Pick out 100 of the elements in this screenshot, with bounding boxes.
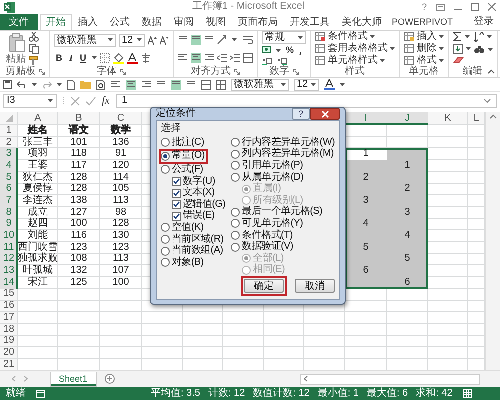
percent-button[interactable]: %	[284, 45, 296, 56]
ribbon-tab[interactable]: 开始	[40, 14, 72, 30]
caret-icon[interactable]	[465, 34, 470, 39]
decrease-decimal-icon[interactable]	[277, 57, 289, 66]
font-color-icon[interactable]	[126, 52, 138, 64]
caret-icon[interactable]	[488, 48, 493, 52]
increase-decimal-icon[interactable]	[262, 57, 274, 66]
radio-option[interactable]: 从属单元格(D)	[231, 172, 304, 184]
sort-filter-icon[interactable]	[474, 32, 484, 42]
dialog-launcher-icon[interactable]	[234, 68, 240, 74]
caret-icon[interactable]	[380, 58, 385, 62]
caret-icon[interactable]	[232, 38, 237, 42]
caret-icon[interactable]	[298, 36, 303, 40]
caret-icon[interactable]	[439, 46, 444, 50]
merge-cells-icon[interactable]	[243, 52, 253, 62]
accounting-format-icon[interactable]	[262, 46, 273, 55]
align-left-icon[interactable]	[178, 52, 188, 62]
font-size-dropdown[interactable]: 12	[119, 34, 145, 46]
checkbox-option[interactable]: 文本(X)	[172, 187, 215, 199]
checkbox-option[interactable]: 数字(U)	[172, 176, 216, 188]
radio-option[interactable]: 列内容差异单元格(M)	[231, 148, 334, 160]
copy-icon[interactable]	[29, 44, 39, 54]
align-center-icon[interactable]	[126, 80, 136, 90]
undo-icon[interactable]	[17, 80, 27, 88]
vertical-scrollbar[interactable]	[485, 112, 500, 370]
caret-icon[interactable]	[32, 82, 37, 86]
caret-icon[interactable]	[439, 58, 444, 62]
help-button[interactable]: ?	[422, 2, 428, 12]
checkbox-option[interactable]: 逻辑值(G)	[172, 198, 226, 211]
align-right-icon[interactable]	[141, 80, 151, 90]
middle-align-icon[interactable]	[171, 80, 181, 90]
close-icon[interactable]	[488, 3, 496, 11]
font-name-dropdown[interactable]: 微软雅黑	[54, 34, 116, 46]
ribbon-tab[interactable]: 页面布局	[232, 14, 284, 30]
maximize-icon[interactable]	[471, 3, 480, 11]
ribbon-tab[interactable]: 插入	[72, 14, 104, 30]
radio-option[interactable]: 行内容差异单元格(W)	[231, 137, 335, 149]
ribbon-command[interactable]: 删除	[404, 43, 444, 54]
ribbon-tab[interactable]: 文件	[0, 14, 38, 30]
caret-icon[interactable]	[57, 82, 62, 86]
ribbon-command[interactable]: 单元格样式	[315, 55, 395, 66]
dialog-launcher-icon[interactable]	[39, 68, 45, 74]
underline-button[interactable]: U	[78, 52, 89, 64]
close-button[interactable]	[310, 108, 340, 120]
caret-icon[interactable]	[92, 56, 97, 60]
sign-in-link[interactable]: 登录	[474, 14, 494, 30]
autosum-icon[interactable]	[453, 32, 462, 42]
dialog-button[interactable]: 取消	[295, 279, 335, 294]
scissors-icon[interactable]	[29, 32, 39, 42]
scroll-up-icon[interactable]	[490, 114, 496, 119]
ribbon-command[interactable]: 格式	[404, 55, 444, 66]
ribbon-command[interactable]: 插入	[404, 31, 444, 42]
new-file-icon[interactable]	[67, 80, 75, 90]
radio-option[interactable]: 对象(B)	[161, 256, 204, 269]
help-button[interactable]: ?	[292, 108, 310, 120]
caret-icon[interactable]	[137, 38, 142, 42]
horizontal-scrollbar[interactable]	[300, 374, 480, 384]
binoculars-icon[interactable]	[474, 45, 485, 54]
ribbon-command[interactable]: 条件格式	[315, 31, 395, 42]
font-size-dropdown[interactable]: 12	[294, 78, 320, 90]
font-name-dropdown[interactable]: 微软雅黑	[231, 78, 289, 90]
caret-icon[interactable]	[439, 34, 444, 38]
checkbox-option[interactable]: 错误(E)	[172, 210, 215, 222]
fill-down-icon[interactable]	[453, 44, 463, 54]
phonetic-icon[interactable]	[140, 53, 151, 63]
align-left-icon[interactable]	[111, 80, 121, 90]
format-painter-icon[interactable]	[29, 56, 38, 66]
bold-button[interactable]: B	[54, 52, 64, 64]
caret-icon[interactable]	[108, 38, 113, 42]
decrease-indent-icon[interactable]	[217, 52, 227, 62]
ribbon-tab[interactable]: 美化大师	[336, 14, 388, 30]
radio-option[interactable]: 空值(K)	[161, 222, 204, 234]
caret-icon[interactable]	[390, 46, 395, 50]
save-icon[interactable]	[3, 80, 12, 89]
wrap-text-icon[interactable]	[243, 34, 253, 44]
expand-icon[interactable]	[484, 98, 491, 104]
middle-align-icon[interactable]	[191, 34, 201, 44]
radio-option[interactable]: 当前区域(R)	[161, 234, 224, 246]
collapse-ribbon-icon[interactable]	[488, 69, 495, 74]
radio-option[interactable]: 条件格式(T)	[231, 230, 293, 242]
dialog-launcher-icon[interactable]	[292, 68, 298, 74]
decrease-font-icon[interactable]	[160, 36, 169, 44]
name-box[interactable]: I3	[3, 94, 57, 108]
ribbon-tab[interactable]: 公式	[104, 14, 136, 30]
sheet-tab[interactable]: Sheet1	[50, 372, 97, 386]
ribbon-display-icon[interactable]	[436, 4, 446, 10]
eraser-icon[interactable]	[453, 57, 464, 66]
radio-option[interactable]: 公式(F)	[161, 164, 204, 176]
align-right-icon[interactable]	[204, 52, 214, 62]
ribbon-tab[interactable]: 审阅	[168, 14, 200, 30]
insert-function-button[interactable]: fx	[102, 95, 110, 107]
ribbon-tab[interactable]: 开发工具	[284, 14, 336, 30]
dialog-launcher-icon[interactable]	[120, 68, 126, 74]
ribbon-tab[interactable]: 数据	[136, 14, 168, 30]
paste-button[interactable]: 粘贴	[6, 32, 26, 64]
caret-icon[interactable]	[48, 99, 53, 103]
number-format-dropdown[interactable]: 常规	[262, 31, 306, 44]
radio-option[interactable]: 引用单元格(P)	[231, 160, 304, 172]
increase-indent-icon[interactable]	[230, 52, 240, 62]
italic-button[interactable]: I	[68, 52, 76, 64]
